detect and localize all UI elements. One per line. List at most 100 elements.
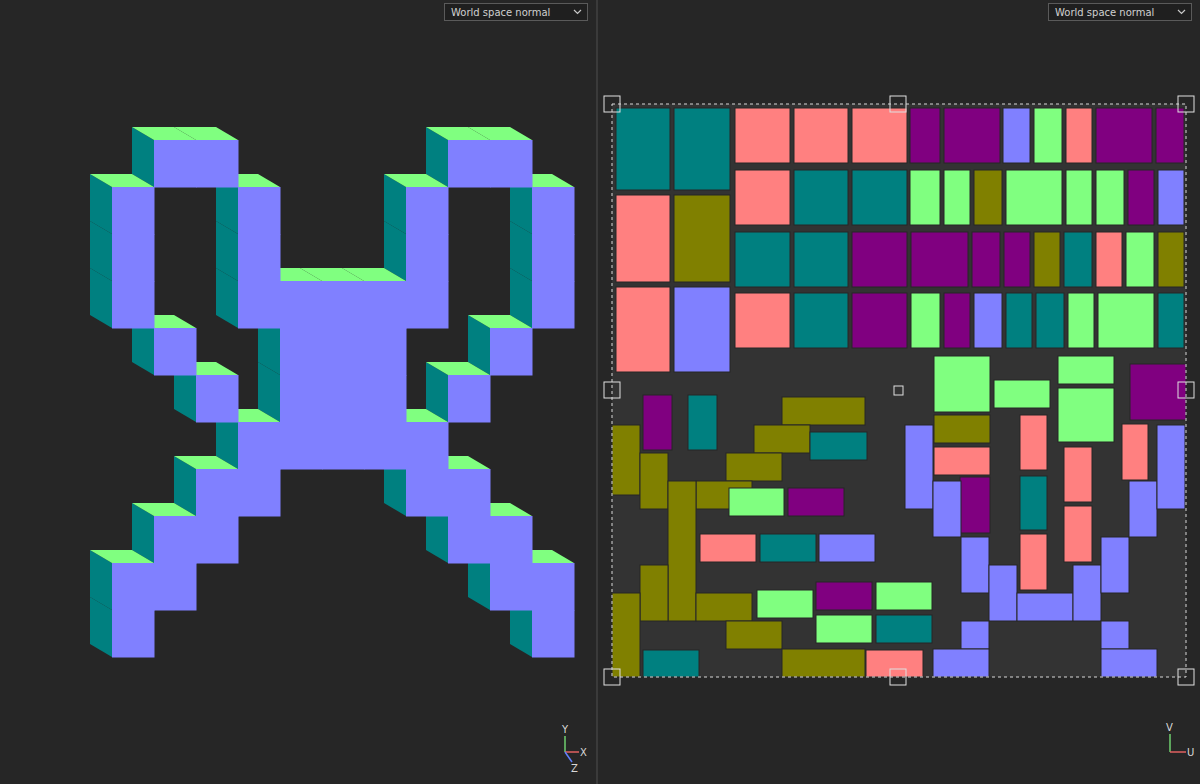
uv-island[interactable] — [974, 170, 1002, 225]
uv-island[interactable] — [974, 293, 1002, 348]
uv-island[interactable] — [1066, 108, 1092, 163]
uv-island[interactable] — [934, 415, 990, 443]
uv-island[interactable] — [961, 621, 989, 649]
uv-island[interactable] — [726, 453, 782, 481]
uv-island[interactable] — [1122, 424, 1148, 480]
uv-island[interactable] — [754, 425, 810, 453]
uv-island[interactable] — [944, 108, 1000, 163]
uv-island[interactable] — [612, 425, 640, 495]
uv-island[interactable] — [1096, 108, 1152, 163]
uv-island[interactable] — [1101, 621, 1129, 649]
uv-island[interactable] — [852, 170, 907, 225]
uv-island[interactable] — [1064, 506, 1092, 562]
uv-island[interactable] — [674, 195, 730, 282]
uv-island[interactable] — [668, 481, 696, 621]
uv-editor[interactable]: VU World space normal — [598, 0, 1200, 784]
uv-island[interactable] — [1129, 481, 1157, 537]
transform-handle[interactable] — [604, 669, 620, 685]
shading-dropdown[interactable]: World space normal — [1048, 3, 1192, 21]
uv-island[interactable] — [933, 649, 989, 677]
uv-island[interactable] — [616, 195, 670, 282]
viewport-3d[interactable]: YXZ World space normal — [0, 0, 596, 784]
uv-island[interactable] — [816, 615, 872, 643]
uv-island[interactable] — [1058, 356, 1114, 384]
uv-island[interactable] — [700, 534, 756, 562]
uv-island[interactable] — [1068, 293, 1094, 348]
uv-island[interactable] — [1098, 293, 1154, 348]
uv-island[interactable] — [1034, 108, 1062, 163]
uv-canvas[interactable]: VU — [598, 0, 1200, 784]
uv-island[interactable] — [960, 477, 990, 533]
uv-island[interactable] — [1036, 293, 1064, 348]
transform-handle[interactable] — [890, 96, 906, 112]
transform-handle[interactable] — [890, 669, 906, 685]
uv-island[interactable] — [905, 425, 933, 509]
uv-island[interactable] — [794, 108, 848, 163]
uv-island[interactable] — [760, 534, 816, 562]
uv-island[interactable] — [1064, 232, 1092, 287]
uv-island[interactable] — [735, 232, 790, 287]
uv-island[interactable] — [1064, 447, 1092, 502]
uv-island[interactable] — [1128, 170, 1154, 225]
uv-island[interactable] — [989, 565, 1017, 621]
uv-island[interactable] — [1096, 170, 1124, 225]
uv-island[interactable] — [1096, 232, 1122, 287]
uv-island[interactable] — [910, 170, 940, 225]
uv-island[interactable] — [933, 481, 961, 537]
uv-island[interactable] — [757, 590, 813, 618]
uv-island[interactable] — [735, 108, 790, 163]
panel-divider[interactable] — [596, 0, 598, 784]
uv-island[interactable] — [1034, 232, 1060, 287]
uv-island[interactable] — [782, 397, 865, 425]
uv-island[interactable] — [1020, 534, 1047, 590]
uv-island[interactable] — [911, 232, 968, 287]
uv-island[interactable] — [612, 593, 640, 677]
uv-island[interactable] — [643, 650, 699, 677]
uv-island[interactable] — [1101, 649, 1157, 677]
uv-island[interactable] — [852, 108, 907, 163]
uv-island[interactable] — [1101, 537, 1129, 593]
transform-handle[interactable] — [1178, 669, 1194, 685]
uv-island[interactable] — [782, 649, 865, 677]
uv-island[interactable] — [1004, 232, 1030, 287]
uv-island[interactable] — [794, 232, 848, 287]
uv-island[interactable] — [1066, 170, 1092, 225]
uv-island[interactable] — [616, 287, 670, 372]
uv-island[interactable] — [819, 534, 875, 562]
uv-island[interactable] — [688, 395, 717, 450]
transform-handle[interactable] — [1178, 382, 1194, 398]
transform-handle[interactable] — [604, 96, 620, 112]
uv-island[interactable] — [794, 293, 848, 348]
uv-island[interactable] — [934, 356, 990, 412]
uv-island[interactable] — [735, 170, 790, 225]
uv-island[interactable] — [1157, 425, 1185, 509]
uv-island[interactable] — [640, 453, 668, 509]
uv-island[interactable] — [1158, 170, 1184, 225]
uv-island[interactable] — [944, 170, 970, 225]
uv-island[interactable] — [696, 593, 752, 621]
uv-island[interactable] — [934, 447, 990, 475]
uv-island[interactable] — [972, 232, 1000, 287]
uv-island[interactable] — [1020, 476, 1047, 530]
uv-island[interactable] — [961, 537, 989, 593]
uv-island[interactable] — [1003, 108, 1030, 163]
uv-island[interactable] — [852, 232, 907, 287]
uv-island[interactable] — [788, 488, 844, 516]
uv-island[interactable] — [1158, 232, 1184, 287]
uv-island[interactable] — [616, 108, 670, 190]
shading-dropdown[interactable]: World space normal — [444, 3, 588, 21]
uv-island[interactable] — [911, 293, 940, 348]
uv-island[interactable] — [643, 395, 672, 450]
uv-island[interactable] — [729, 488, 784, 516]
uv-island[interactable] — [1073, 565, 1101, 621]
transform-handle[interactable] — [604, 382, 620, 398]
pivot-handle[interactable] — [894, 386, 903, 395]
uv-island[interactable] — [1020, 415, 1047, 470]
uv-island[interactable] — [726, 621, 782, 649]
uv-island[interactable] — [735, 293, 790, 348]
uv-island[interactable] — [994, 380, 1050, 408]
uv-island[interactable] — [910, 108, 940, 163]
viewport-canvas[interactable]: YXZ — [0, 0, 596, 784]
uv-island[interactable] — [866, 650, 923, 677]
uv-island[interactable] — [876, 615, 932, 643]
